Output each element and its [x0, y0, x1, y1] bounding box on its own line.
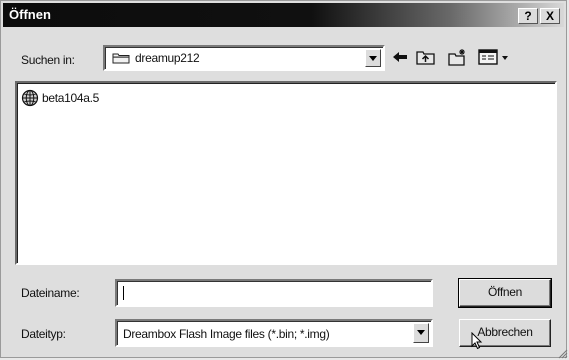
look-in-dropdown-button[interactable] [365, 49, 381, 67]
file-name-label: Dateiname: [21, 286, 80, 300]
resize-grip-icon[interactable] [556, 347, 568, 359]
look-in-value: dreamup212 [135, 51, 200, 65]
file-type-dropdown-button[interactable] [413, 323, 429, 343]
back-arrow-icon[interactable] [389, 47, 411, 67]
globe-file-icon [21, 89, 39, 107]
file-name: beta104a.5 [42, 91, 100, 105]
open-dialog: Öffnen ? X Suchen in: dreamup212 beta104… [0, 0, 568, 359]
dialog-title: Öffnen [9, 7, 51, 22]
file-type-dropdown[interactable]: Dreambox Flash Image files (*.bin; *.img… [115, 319, 433, 347]
text-caret [123, 286, 124, 300]
open-button[interactable]: Öffnen [458, 278, 552, 308]
file-name-input[interactable] [115, 279, 433, 307]
file-type-value: Dreambox Flash Image files (*.bin; *.img… [123, 327, 330, 341]
file-type-label: Dateityp: [21, 327, 66, 341]
look-in-label: Suchen in: [21, 53, 75, 67]
file-list[interactable]: beta104a.5 [15, 81, 557, 265]
view-menu-icon[interactable] [477, 47, 513, 67]
help-button[interactable]: ? [518, 8, 538, 24]
folder-icon [112, 53, 130, 64]
new-folder-icon[interactable] [447, 47, 469, 67]
title-bar[interactable]: Öffnen ? X [3, 3, 564, 27]
mouse-cursor-icon [471, 332, 483, 350]
look-in-dropdown[interactable]: dreamup212 [103, 45, 385, 71]
close-button[interactable]: X [540, 8, 560, 24]
up-folder-icon[interactable] [415, 47, 437, 67]
